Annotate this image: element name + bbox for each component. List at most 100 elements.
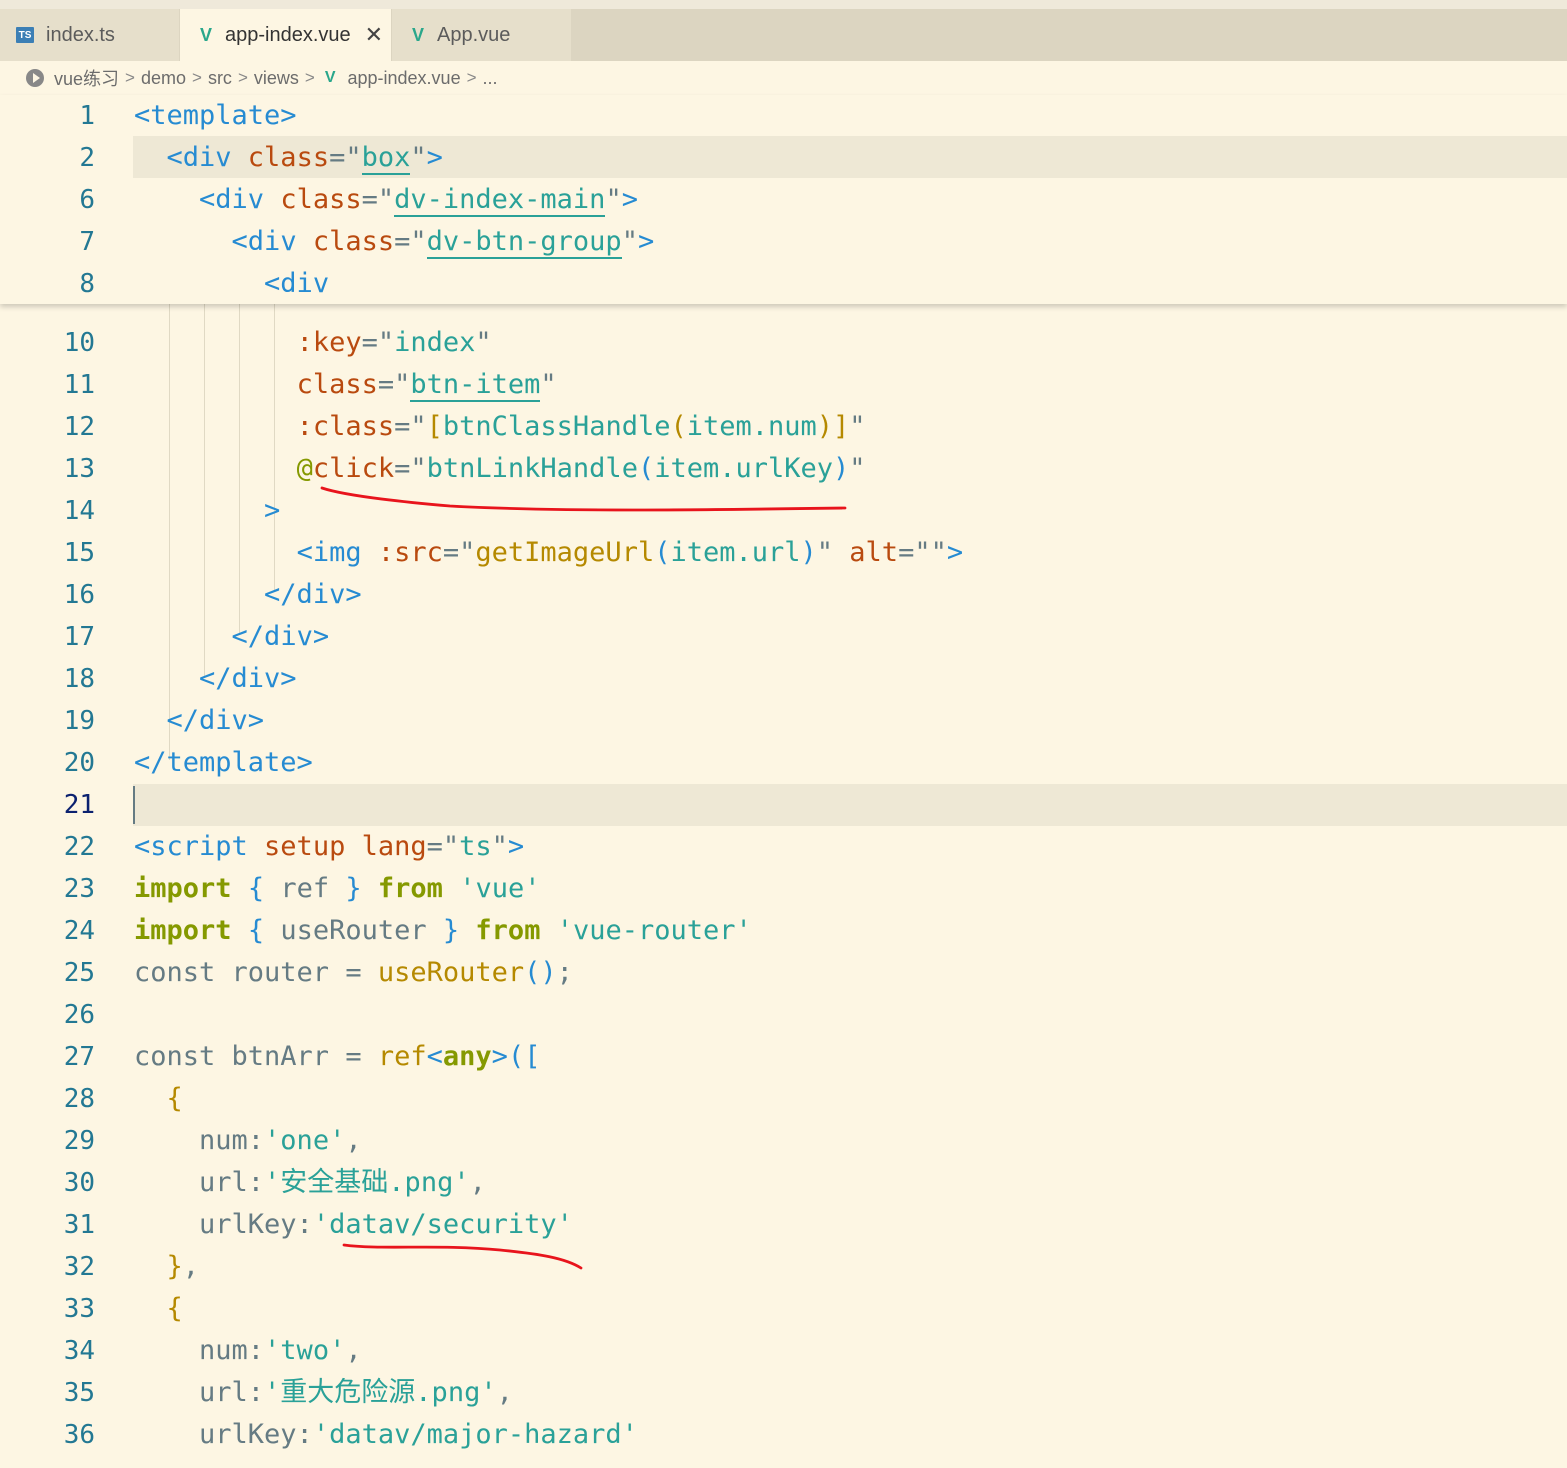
- code-text: </div>: [134, 616, 330, 658]
- code-line[interactable]: 21: [0, 784, 1567, 826]
- line-number[interactable]: 6: [0, 179, 95, 221]
- code-token: getImageUrl: [475, 537, 655, 568]
- code-line[interactable]: 2 <div class="box">: [0, 137, 1567, 179]
- line-number[interactable]: 20: [0, 742, 95, 784]
- sticky-scroll-header[interactable]: 1 <template> 2 <div class="box"> 6 <div cla…: [0, 95, 1567, 304]
- line-number[interactable]: 30: [0, 1162, 95, 1204]
- line-number[interactable]: 12: [0, 406, 95, 448]
- code-line[interactable]: 28 {: [0, 1078, 1567, 1120]
- line-number[interactable]: 32: [0, 1246, 95, 1288]
- code-line[interactable]: 32 },: [0, 1246, 1567, 1288]
- code-line[interactable]: 8 <div: [0, 263, 1567, 305]
- code-line[interactable]: 35 url:'重大危险源.png',: [0, 1372, 1567, 1414]
- code-token: =": [394, 453, 427, 484]
- code-line[interactable]: 11 class="btn-item": [0, 364, 1567, 406]
- line-number[interactable]: 28: [0, 1078, 95, 1120]
- line-number[interactable]: 26: [0, 994, 95, 1036]
- line-number[interactable]: 21: [0, 784, 95, 826]
- line-number[interactable]: 36: [0, 1414, 95, 1456]
- line-number[interactable]: 16: [0, 574, 95, 616]
- code-line[interactable]: 20 </template>: [0, 742, 1567, 784]
- vue-icon: V: [324, 69, 336, 86]
- code-text: >: [134, 490, 280, 532]
- code-line[interactable]: 16 </div>: [0, 574, 1567, 616]
- code-token: </div>: [231, 621, 330, 652]
- line-number[interactable]: 25: [0, 952, 95, 994]
- code-token: >: [507, 831, 525, 862]
- code-line[interactable]: 19 </div>: [0, 700, 1567, 742]
- code-text: urlKey:'datav/security': [134, 1204, 573, 1246]
- code-token: (: [654, 537, 671, 568]
- line-number[interactable]: 19: [0, 700, 95, 742]
- code-line[interactable]: 15 <img :src="getImageUrl(item.url)" alt…: [0, 532, 1567, 574]
- code-line[interactable]: 10 :key="index": [0, 322, 1567, 364]
- code-token: ="": [898, 537, 947, 568]
- code-token: }: [345, 873, 362, 904]
- code-line[interactable]: 13 @click="btnLinkHandle(item.urlKey)": [0, 448, 1567, 490]
- breadcrumb-item[interactable]: views: [254, 68, 299, 89]
- line-number[interactable]: 27: [0, 1036, 95, 1078]
- code-token: }: [166, 1251, 183, 1282]
- code-line[interactable]: 25 const router = useRouter();: [0, 952, 1567, 994]
- line-number[interactable]: 2: [0, 137, 95, 179]
- code-line[interactable]: 17 </div>: [0, 616, 1567, 658]
- code-token: ": [605, 184, 622, 215]
- code-line[interactable]: 12 :class="[btnClassHandle(item.num)]": [0, 406, 1567, 448]
- code-line[interactable]: 31 urlKey:'datav/security': [0, 1204, 1567, 1246]
- code-line[interactable]: 14 >: [0, 490, 1567, 532]
- breadcrumb-item[interactable]: src: [208, 68, 232, 89]
- code-token: ": [621, 226, 638, 257]
- breadcrumb-item[interactable]: ...: [483, 68, 498, 89]
- line-number[interactable]: 11: [0, 364, 95, 406]
- line-number[interactable]: 29: [0, 1120, 95, 1162]
- tab-app-index-vue[interactable]: V app-index.vue ✕: [180, 9, 391, 61]
- line-number[interactable]: 10: [0, 322, 95, 364]
- code-line[interactable]: 33 {: [0, 1288, 1567, 1330]
- code-text: urlKey:'datav/major-hazard': [134, 1414, 638, 1456]
- code-line[interactable]: 27 const btnArr = ref<any>([: [0, 1036, 1567, 1078]
- line-number[interactable]: 13: [0, 448, 95, 490]
- line-number[interactable]: 24: [0, 910, 95, 952]
- close-icon[interactable]: ✕: [365, 22, 383, 48]
- line-number[interactable]: 34: [0, 1330, 95, 1372]
- code-line[interactable]: 30 url:'安全基础.png',: [0, 1162, 1567, 1204]
- code-token: ([: [507, 1041, 541, 1072]
- code-line[interactable]: 22 <script setup lang="ts">: [0, 826, 1567, 868]
- code-line[interactable]: 23 import { ref } from 'vue': [0, 868, 1567, 910]
- line-number[interactable]: 33: [0, 1288, 95, 1330]
- code-token: btn-item: [410, 369, 541, 402]
- code-text: import { ref } from 'vue': [134, 868, 540, 910]
- code-line[interactable]: 24 import { useRouter } from 'vue-router': [0, 910, 1567, 952]
- line-number[interactable]: 18: [0, 658, 95, 700]
- line-number[interactable]: 31: [0, 1204, 95, 1246]
- code-token: </template>: [134, 747, 313, 778]
- line-number[interactable]: 7: [0, 221, 95, 263]
- code-line[interactable]: 34 num:'two',: [0, 1330, 1567, 1372]
- line-number[interactable]: 14: [0, 490, 95, 532]
- code-line[interactable]: 1 <template>: [0, 95, 1567, 137]
- code-line[interactable]: 36 urlKey:'datav/major-hazard': [0, 1414, 1567, 1456]
- tab-index-ts[interactable]: TS index.ts: [0, 9, 179, 61]
- line-number[interactable]: 1: [0, 95, 95, 137]
- line-number[interactable]: 35: [0, 1372, 95, 1414]
- breadcrumb-item[interactable]: vue练习: [54, 65, 119, 91]
- code-line[interactable]: 26: [0, 994, 1567, 1036]
- breadcrumb-item[interactable]: app-index.vue: [348, 68, 461, 89]
- line-number[interactable]: 8: [0, 263, 95, 305]
- line-number[interactable]: 22: [0, 826, 95, 868]
- line-number[interactable]: 15: [0, 532, 95, 574]
- breadcrumb-item[interactable]: demo: [141, 68, 186, 89]
- code-line[interactable]: 18 </div>: [0, 658, 1567, 700]
- code-text: url:'安全基础.png',: [134, 1162, 486, 1204]
- line-number[interactable]: 17: [0, 616, 95, 658]
- code-line[interactable]: 6 <div class="dv-index-main">: [0, 179, 1567, 221]
- code-text: </div>: [134, 700, 265, 742]
- code-token: :class: [296, 411, 395, 442]
- tab-app-vue[interactable]: V App.vue: [392, 9, 571, 61]
- line-number[interactable]: 23: [0, 868, 95, 910]
- code-line[interactable]: 29 num:'one',: [0, 1120, 1567, 1162]
- code-line[interactable]: 7 <div class="dv-btn-group">: [0, 221, 1567, 263]
